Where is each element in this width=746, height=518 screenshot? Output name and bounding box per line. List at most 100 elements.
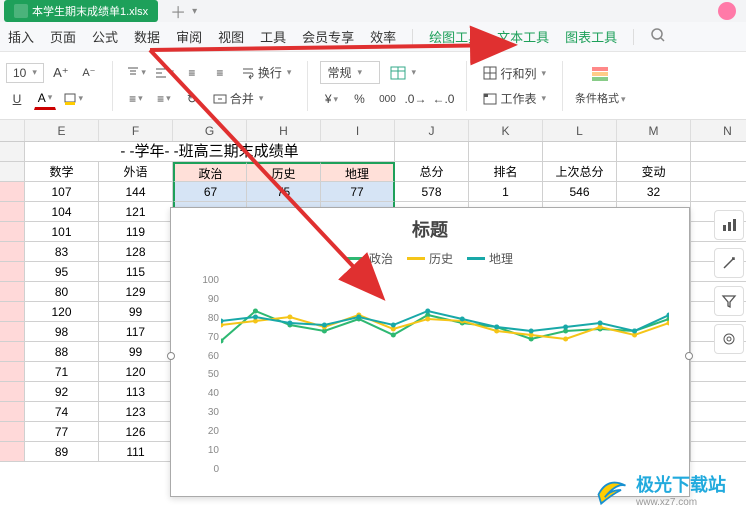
increase-font-icon[interactable]: A⁺	[50, 62, 72, 84]
cell[interactable]: 107	[25, 182, 99, 202]
new-tab-button[interactable]: ＋	[170, 0, 186, 23]
cell[interactable]	[0, 422, 25, 442]
menu-review[interactable]: 审阅	[176, 27, 202, 46]
cell[interactable]	[0, 382, 25, 402]
col-header[interactable]: K	[469, 120, 543, 141]
cell[interactable]: 89	[25, 442, 99, 462]
cell[interactable]	[691, 422, 746, 442]
cell[interactable]	[0, 262, 25, 282]
cell[interactable]: 117	[99, 322, 173, 342]
cell[interactable]: 113	[99, 382, 173, 402]
cell[interactable]: 126	[99, 422, 173, 442]
embedded-chart[interactable]: 标题 政治 历史 地理 1009080706050403020100	[170, 207, 690, 497]
menu-text-tools[interactable]: 文本工具	[497, 27, 549, 46]
menu-view[interactable]: 视图	[218, 27, 244, 46]
menu-formula[interactable]: 公式	[92, 27, 118, 46]
cell[interactable]: 101	[25, 222, 99, 242]
chart-settings-icon[interactable]	[714, 324, 744, 354]
chart-style-icon[interactable]	[714, 248, 744, 278]
worksheet-button[interactable]: 工作表	[479, 88, 550, 109]
cell[interactable]: 123	[99, 402, 173, 422]
menu-data[interactable]: 数据	[134, 27, 160, 46]
cell[interactable]: 120	[99, 362, 173, 382]
menu-efficiency[interactable]: 效率	[370, 27, 396, 46]
cell[interactable]: 129	[99, 282, 173, 302]
cell[interactable]	[691, 442, 746, 462]
cell[interactable]	[0, 222, 25, 242]
table-style-button[interactable]	[386, 64, 420, 82]
cell[interactable]: 546	[543, 182, 617, 202]
document-tab[interactable]: 本学生期末成绩单1.xlsx	[4, 0, 158, 22]
cell[interactable]	[691, 402, 746, 422]
cell[interactable]: 121	[99, 202, 173, 222]
cell[interactable]: 115	[99, 262, 173, 282]
cell[interactable]: 92	[25, 382, 99, 402]
font-size-select[interactable]: 10	[6, 63, 44, 83]
tab-dropdown[interactable]: ▾	[192, 6, 197, 17]
comma-icon[interactable]: 000	[376, 88, 398, 110]
align-middle-icon[interactable]: ≡	[125, 88, 147, 110]
col-header[interactable]: N	[691, 120, 746, 141]
col-header[interactable]: I	[321, 120, 395, 141]
menu-tools[interactable]: 工具	[260, 27, 286, 46]
cell[interactable]	[0, 242, 25, 262]
cell[interactable]: 99	[99, 342, 173, 362]
cell[interactable]: 111	[99, 442, 173, 462]
font-color-icon[interactable]: A	[34, 88, 56, 110]
increase-indent-icon[interactable]: ≡	[209, 62, 231, 84]
cell[interactable]: 104	[25, 202, 99, 222]
cell[interactable]: 77	[25, 422, 99, 442]
increase-decimal-icon[interactable]: .0→	[404, 88, 426, 110]
decrease-decimal-icon[interactable]: ←.0	[432, 88, 454, 110]
cell[interactable]	[0, 362, 25, 382]
align-left-icon[interactable]	[153, 62, 175, 84]
col-header[interactable]: M	[617, 120, 691, 141]
col-header[interactable]: E	[25, 120, 99, 141]
cell[interactable]	[0, 182, 25, 202]
cell[interactable]: 88	[25, 342, 99, 362]
chart-title[interactable]: 标题	[171, 208, 689, 246]
cell[interactable]: 120	[25, 302, 99, 322]
cell[interactable]: 32	[617, 182, 691, 202]
fill-color-icon[interactable]	[62, 88, 84, 110]
col-header[interactable]: G	[173, 120, 247, 141]
legend-item[interactable]: 历史	[429, 250, 453, 267]
row-col-button[interactable]: 行和列	[479, 63, 550, 84]
col-header[interactable]: J	[395, 120, 469, 141]
menu-page[interactable]: 页面	[50, 27, 76, 46]
currency-icon[interactable]: ¥	[320, 88, 342, 110]
decrease-indent-icon[interactable]: ≡	[181, 62, 203, 84]
col-header[interactable]: F	[99, 120, 173, 141]
cell[interactable]	[0, 282, 25, 302]
col-header[interactable]: H	[247, 120, 321, 141]
cell[interactable]	[0, 402, 25, 422]
menu-member[interactable]: 会员专享	[302, 27, 354, 46]
align-top-icon[interactable]	[125, 62, 147, 84]
cell[interactable]: 95	[25, 262, 99, 282]
cell[interactable]: 74	[25, 402, 99, 422]
cell[interactable]: 144	[99, 182, 173, 202]
cell[interactable]: 128	[99, 242, 173, 262]
cell[interactable]: 83	[25, 242, 99, 262]
conditional-format-label[interactable]: 条件格式	[575, 90, 626, 106]
cell[interactable]	[0, 302, 25, 322]
percent-icon[interactable]: %	[348, 88, 370, 110]
merge-button[interactable]: 合并	[209, 88, 268, 109]
search-icon[interactable]	[650, 27, 666, 46]
orientation-icon[interactable]: ↻	[181, 88, 203, 110]
cell[interactable]	[0, 342, 25, 362]
menu-insert[interactable]: 插入	[8, 27, 34, 46]
avatar[interactable]	[718, 2, 736, 20]
underline-icon[interactable]: U	[6, 88, 28, 110]
legend-item[interactable]: 地理	[489, 250, 513, 267]
cell[interactable]: 75	[247, 182, 321, 202]
cell[interactable]: 99	[99, 302, 173, 322]
cell[interactable]: 578	[395, 182, 469, 202]
cell[interactable]	[0, 322, 25, 342]
conditional-format-icon[interactable]	[575, 65, 626, 86]
cell[interactable]: 80	[25, 282, 99, 302]
decrease-font-icon[interactable]: A⁻	[78, 62, 100, 84]
chart-elements-icon[interactable]	[714, 210, 744, 240]
col-header[interactable]	[0, 120, 25, 141]
cell[interactable]	[691, 182, 746, 202]
